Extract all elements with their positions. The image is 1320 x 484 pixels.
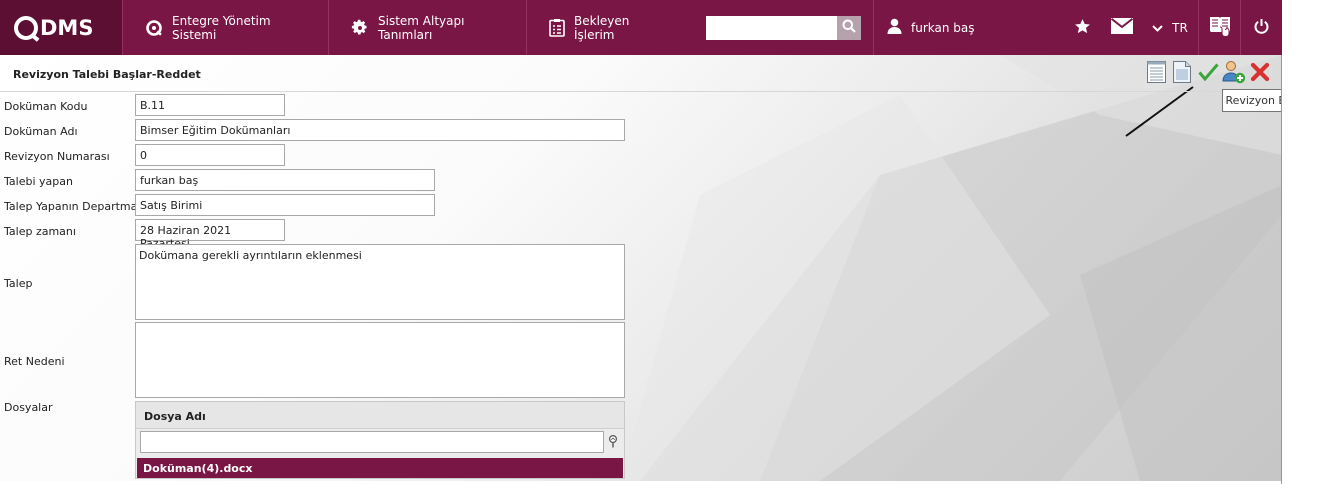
start-revision-icon	[1222, 60, 1246, 87]
files-column-header[interactable]: Dosya Adı	[136, 402, 624, 429]
nav-sistem-altyapi-tanimlari[interactable]: Sistem Altyapı Tanımları	[328, 0, 526, 55]
clipboard-icon	[549, 18, 565, 37]
reject-button[interactable]	[1248, 61, 1272, 85]
favorites-button[interactable]	[1062, 0, 1102, 55]
request-time-field[interactable]: 28 Haziran 2021 Pazartesi	[135, 219, 285, 250]
book-hand-icon	[1208, 14, 1232, 41]
document-icon	[1173, 60, 1191, 86]
requester-department-field[interactable]: Satış Birimi	[135, 194, 435, 216]
guide-button[interactable]	[1198, 0, 1240, 55]
search-icon	[842, 19, 856, 36]
document-name-field[interactable]: Bimser Eğitim Dokümanları	[135, 119, 625, 141]
requester-field[interactable]: furkan baş	[135, 169, 435, 191]
rejection-reason-label: Ret Nedeni	[4, 355, 65, 368]
mail-icon	[1110, 18, 1134, 37]
file-row[interactable]: Doküman(4).docx	[137, 458, 623, 478]
user-menu[interactable]: furkan baş	[873, 0, 1033, 55]
logout-button[interactable]	[1240, 0, 1282, 55]
revision-number-field[interactable]: 0	[135, 144, 285, 166]
request-label: Talep	[4, 277, 33, 290]
top-right-icons: TR	[1062, 0, 1282, 55]
form-toolbar	[1144, 60, 1272, 87]
files-filter-input[interactable]	[140, 431, 604, 453]
title-divider	[0, 91, 1282, 92]
approve-button[interactable]	[1196, 61, 1220, 85]
language-label: TR	[1172, 20, 1188, 35]
list-icon	[1146, 60, 1166, 86]
q-logo-icon	[14, 15, 38, 40]
tooltip: Revizyon Başlat	[1222, 89, 1282, 112]
dms-logo[interactable]: DMS	[0, 0, 122, 55]
q-logo-icon	[145, 19, 163, 37]
language-selector[interactable]: TR	[1142, 0, 1198, 55]
user-name: furkan baş	[911, 20, 975, 35]
top-navigation-bar: DMS Entegre Yönetim Sistemi Sistem Altya…	[0, 0, 1282, 55]
revision-number-label: Revizyon Numarası	[4, 150, 110, 163]
user-icon	[887, 18, 902, 37]
nav-bekleyen-islerim[interactable]: Bekleyen İşlerim	[526, 0, 688, 55]
files-grid: Dosya Adı Doküman(4).docx	[135, 401, 625, 479]
power-icon	[1254, 18, 1269, 37]
list-button[interactable]	[1144, 60, 1168, 86]
nav-label: Bekleyen İşlerim	[574, 13, 630, 42]
reject-icon	[1250, 62, 1270, 85]
messages-button[interactable]	[1102, 0, 1142, 55]
brand-name: DMS	[40, 15, 94, 40]
document-code-field[interactable]: B.11	[135, 94, 285, 116]
start-revision-button[interactable]	[1222, 60, 1246, 87]
gear-icon	[351, 19, 369, 37]
star-icon	[1074, 18, 1091, 38]
files-label: Dosyalar	[4, 401, 53, 414]
requester-label: Talebi yapan	[4, 175, 73, 188]
request-time-label: Talep zamanı	[4, 225, 76, 238]
nav-label: Entegre Yönetim Sistemi	[172, 13, 271, 42]
document-code-label: Doküman Kodu	[4, 100, 88, 113]
content-right-border	[1281, 55, 1282, 484]
chevron-down-icon	[1152, 21, 1163, 35]
request-textarea[interactable]: Dokümana gerekli ayrıntıların eklenmesi	[135, 244, 625, 320]
nav-label: Sistem Altyapı Tanımları	[378, 13, 465, 42]
page-title: Revizyon Talebi Başlar-Reddet	[13, 68, 201, 81]
document-button[interactable]	[1170, 60, 1194, 86]
filter-icon[interactable]	[608, 434, 618, 451]
document-name-label: Doküman Adı	[4, 125, 78, 138]
search-button[interactable]	[837, 15, 861, 40]
rejection-reason-textarea[interactable]	[135, 322, 625, 398]
search-input[interactable]	[706, 15, 837, 40]
search-box	[688, 0, 862, 55]
approve-check-icon	[1197, 63, 1219, 84]
content-panel: Revizyon Talebi Başlar-Reddet Revizyon D…	[0, 55, 1282, 481]
requester-department-label: Talep Yapanın Departmanı	[4, 200, 148, 213]
nav-entegre-yonetim-sistemi[interactable]: Entegre Yönetim Sistemi	[122, 0, 328, 55]
